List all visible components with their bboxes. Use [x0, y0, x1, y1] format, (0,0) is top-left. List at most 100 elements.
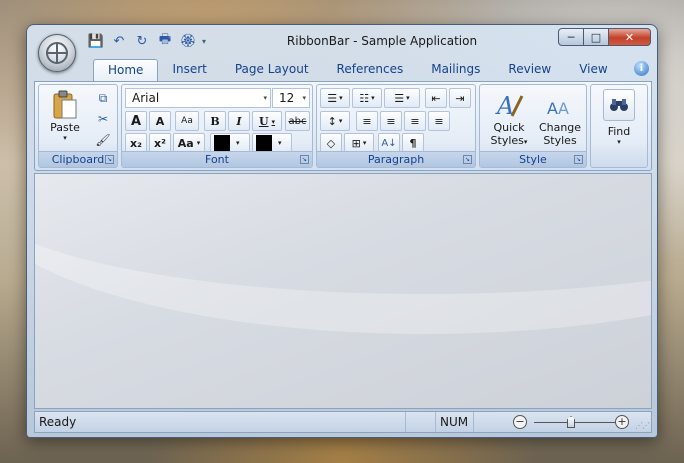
change-styles-icon: A A: [544, 89, 576, 121]
tab-references[interactable]: References: [323, 59, 418, 81]
maximize-button[interactable]: □: [584, 28, 609, 46]
subscript-button[interactable]: x₂: [125, 133, 147, 153]
window-title: RibbonBar - Sample Application: [286, 34, 478, 48]
copy-icon[interactable]: ⧉: [93, 89, 113, 107]
superscript-icon: x²: [154, 136, 166, 150]
paragraph-group: ☰ ▾ ☷ ▾ ☰ ▾ ⇤ ⇥ ↕ ▾ ≡ ≡ ≡ ≡ ◇ ⊞ ▾ A↓ ¶ Paragr…: [316, 84, 476, 168]
change-styles-button[interactable]: A A Change Styles: [536, 89, 584, 147]
bold-button[interactable]: B: [204, 111, 226, 131]
clipboard-launcher-icon[interactable]: ↘: [105, 155, 114, 164]
help-icon[interactable]: i: [634, 61, 649, 76]
align-left-button[interactable]: ≡: [356, 111, 378, 131]
tab-page-layout[interactable]: Page Layout: [221, 59, 323, 81]
close-button[interactable]: ✕: [609, 28, 651, 46]
style-launcher-icon[interactable]: ↘: [574, 155, 583, 164]
tab-mailings[interactable]: Mailings: [417, 59, 494, 81]
justify-icon: ≡: [434, 114, 444, 128]
borders-icon: ⊞: [351, 136, 361, 150]
tab-review[interactable]: Review: [494, 59, 565, 81]
grow-font-icon: A: [130, 113, 142, 129]
find-button[interactable]: Find ▾: [595, 89, 643, 146]
font-group-label: Font: [122, 151, 312, 167]
font-group: Arial ▾ 12 ▾ A A Aa B I U ▾ abc x₂ x² Aa ▾…: [121, 84, 313, 168]
application-menu-button[interactable]: [38, 34, 76, 72]
chevron-down-icon: ▾: [236, 139, 240, 147]
application-window: 💾 ↶ ↻ 🖶 🏵 ▾ RibbonBar - Sample Applicati…: [26, 24, 658, 438]
line-spacing-icon: ↕: [327, 114, 337, 128]
quick-styles-button[interactable]: A Quick Styles▾: [484, 89, 534, 147]
shrink-font-button[interactable]: A: [149, 111, 171, 131]
strikethrough-button[interactable]: abc: [285, 111, 310, 131]
style-group: A Quick Styles▾ A A Change Styles Style: [479, 84, 587, 168]
sort-button[interactable]: A↓: [378, 133, 400, 153]
justify-button[interactable]: ≡: [428, 111, 450, 131]
resize-grip-icon[interactable]: ⋰⋰: [635, 421, 650, 430]
award-icon[interactable]: 🏵: [179, 32, 197, 50]
chevron-down-icon: ▾: [338, 117, 343, 125]
tab-view[interactable]: View: [565, 59, 621, 81]
show-marks-button[interactable]: ¶: [402, 133, 424, 153]
undo-icon[interactable]: ↶: [110, 32, 128, 50]
increase-indent-button[interactable]: ⇥: [449, 88, 471, 108]
paste-button[interactable]: Paste ▾: [45, 89, 85, 142]
zoom-slider-track[interactable]: [534, 422, 626, 423]
svg-text:A: A: [495, 92, 514, 120]
cut-icon[interactable]: ✂: [93, 110, 113, 128]
underline-button[interactable]: U ▾: [252, 111, 282, 131]
save-icon[interactable]: 💾: [87, 32, 105, 50]
font-color-swatch: [256, 135, 272, 151]
bullets-button[interactable]: ☰ ▾: [320, 88, 350, 108]
numbering-button[interactable]: ☷ ▾: [352, 88, 382, 108]
office-logo-icon: [46, 42, 68, 64]
print-icon[interactable]: 🖶: [156, 32, 174, 50]
zoom-in-button[interactable]: +: [615, 415, 629, 429]
multilevel-list-button[interactable]: ☰ ▾: [384, 88, 420, 108]
italic-button[interactable]: I: [228, 111, 250, 131]
line-spacing-button[interactable]: ↕ ▾: [320, 111, 350, 131]
font-size-value: 12: [279, 91, 295, 105]
font-color-button[interactable]: ▾: [252, 133, 292, 153]
document-area[interactable]: [34, 173, 652, 409]
paragraph-group-label: Paragraph: [317, 151, 475, 167]
align-left-icon: ≡: [362, 114, 372, 128]
chevron-down-icon: ▾: [406, 94, 410, 102]
minimize-button[interactable]: ─: [558, 28, 584, 46]
increase-indent-icon: ⇥: [455, 91, 465, 105]
shading-button[interactable]: ◇: [320, 133, 342, 153]
align-center-button[interactable]: ≡: [380, 111, 402, 131]
qat-customize-dropdown[interactable]: ▾: [202, 37, 212, 46]
paragraph-launcher-icon[interactable]: ↘: [463, 155, 472, 164]
borders-button[interactable]: ⊞ ▾: [344, 133, 374, 153]
align-center-icon: ≡: [386, 114, 396, 128]
decrease-indent-button[interactable]: ⇤: [425, 88, 447, 108]
title-bar[interactable]: 💾 ↶ ↻ 🖶 🏵 ▾ RibbonBar - Sample Applicati…: [27, 25, 657, 55]
clipboard-group: Paste ▾ ⧉ ✂ 🖌 Clipboard ↘: [38, 84, 118, 168]
zoom-out-button[interactable]: −: [513, 415, 527, 429]
grow-font-button[interactable]: A: [125, 111, 147, 131]
tab-insert[interactable]: Insert: [158, 59, 220, 81]
status-bar: Ready NUM − + ⋰⋰: [34, 411, 652, 433]
superscript-button[interactable]: x²: [149, 133, 171, 153]
num-lock-indicator: NUM: [435, 412, 473, 432]
svg-text:A: A: [558, 99, 569, 118]
redo-icon[interactable]: ↻: [133, 32, 151, 50]
font-launcher-icon[interactable]: ↘: [300, 155, 309, 164]
highlight-color-button[interactable]: ▾: [210, 133, 250, 153]
clear-formatting-icon: Aa: [181, 116, 193, 126]
font-family-combo[interactable]: Arial ▾: [125, 88, 271, 108]
font-size-combo[interactable]: 12 ▾: [272, 88, 310, 108]
clear-formatting-button[interactable]: Aa: [175, 111, 199, 131]
paste-label: Paste: [50, 121, 80, 134]
chevron-down-icon: ▾: [263, 94, 267, 102]
subscript-icon: x₂: [130, 136, 142, 150]
zoom-slider-thumb[interactable]: [567, 416, 575, 428]
tab-home[interactable]: Home: [93, 59, 159, 81]
align-right-icon: ≡: [410, 114, 420, 128]
change-case-button[interactable]: Aa ▾: [173, 133, 205, 153]
status-text: Ready: [39, 415, 77, 429]
caption-buttons: ─ □ ✕: [558, 28, 651, 46]
italic-icon: I: [236, 114, 242, 128]
align-right-button[interactable]: ≡: [404, 111, 426, 131]
format-painter-icon[interactable]: 🖌: [93, 131, 113, 149]
change-case-icon: Aa: [177, 136, 194, 150]
